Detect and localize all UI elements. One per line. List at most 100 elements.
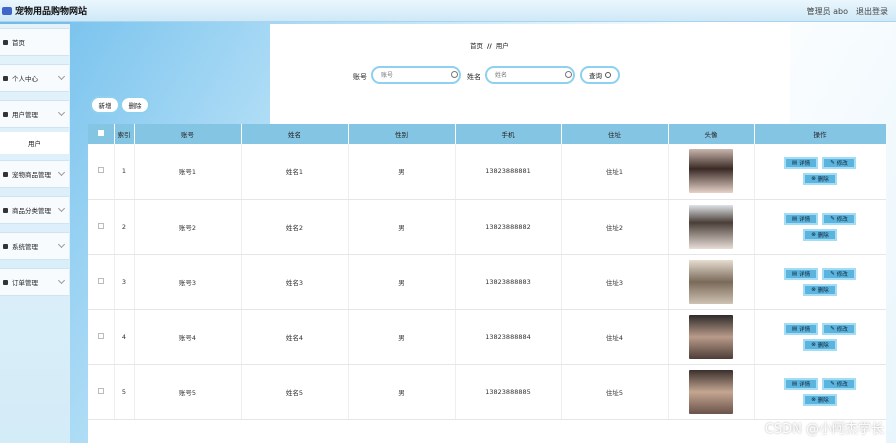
cell-phone: 13823888885 [455,364,562,420]
cell-gender: 男 [348,309,456,365]
sidebar-item-profile[interactable]: 个人中心 [0,64,69,92]
trash-icon: ⊗ [811,286,816,293]
trash-icon: ⊗ [811,396,816,403]
row-delete-button-label: 删除 [817,177,829,184]
row-delete-button[interactable]: ⊗ 删除 [803,173,837,186]
row-checkbox[interactable] [97,277,104,284]
edit-icon: ✎ [830,325,835,332]
chart-icon [3,111,8,117]
search-icon [605,72,611,78]
query-button[interactable]: 查询 [580,66,620,84]
sidebar-subitem-users[interactable]: 用户 [0,132,69,154]
row-delete-button-label: 删除 [817,397,829,404]
cell-address: 住址5 [561,364,669,420]
row-checkbox-cell[interactable] [88,254,115,310]
name-label: 姓名 [467,73,481,81]
edit-icon: ✎ [830,270,835,277]
row-delete-button-label: 删除 [817,342,829,349]
detail-button[interactable]: ▤ 详情 [784,267,818,280]
trash-icon: ⊗ [811,176,816,183]
cell-gender: 男 [348,254,456,310]
table-row: 3 账号3 姓名3 男 13823888883 住址3 ▤ 详情 ✎ 修改 ⊗ 删除 [88,254,886,310]
logout-link[interactable]: 退出登录 [856,6,888,17]
select-all-checkbox-cell[interactable] [88,124,115,144]
edit-button[interactable]: ✎ 修改 [822,267,856,280]
cell-avatar [668,309,755,365]
column-header-account: 账号 [134,124,242,144]
edit-button[interactable]: ✎ 修改 [822,322,856,335]
sidebar-item-user-management[interactable]: 用户管理 [0,100,69,128]
cell-name: 姓名5 [241,364,349,420]
cell-address: 住址3 [561,254,669,310]
cell-index: 5 [114,364,135,420]
account-search-input[interactable] [371,66,461,84]
detail-icon: ▤ [791,160,798,167]
avatar [689,204,733,249]
row-checkbox[interactable] [97,167,104,174]
detail-button[interactable]: ▤ 详情 [784,157,818,170]
query-button-label: 查询 [589,72,602,80]
delete-button[interactable]: 删除 [120,96,150,114]
sidebar-item-orders[interactable]: 订单管理 [0,268,69,296]
column-header-name: 姓名 [241,124,349,144]
select-all-checkbox[interactable] [97,130,104,136]
row-delete-button[interactable]: ⊗ 删除 [803,283,837,296]
cell-address: 住址4 [561,309,669,365]
account-label: 账号 [353,73,367,81]
detail-button-label: 详情 [799,216,811,223]
detail-button[interactable]: ▤ 详情 [784,377,818,390]
table-row: 1 账号1 姓名1 男 13823888881 住址1 ▤ 详情 ✎ 修改 ⊗ 删除 [88,144,886,200]
breadcrumb: 首页 //用户 [470,40,509,50]
sidebar-item-label: 订单管理 [12,279,38,287]
breadcrumb-home[interactable]: 首页 [470,42,483,50]
edit-icon: ✎ [830,380,835,387]
cell-operation: ▤ 详情 ✎ 修改 ⊗ 删除 [754,254,886,310]
row-delete-button[interactable]: ⊗ 删除 [803,338,837,351]
sidebar-item-system[interactable]: 系统管理 [0,232,69,260]
cell-operation: ▤ 详情 ✎ 修改 ⊗ 删除 [754,309,886,365]
detail-button-label: 详情 [799,381,811,388]
cell-address: 住址2 [561,199,669,255]
detail-icon: ▤ [791,325,798,332]
detail-button[interactable]: ▤ 详情 [784,322,818,335]
row-checkbox-cell[interactable] [88,364,115,420]
site-title: 宠物用品购物网站 [15,7,88,17]
row-checkbox[interactable] [97,222,104,229]
row-checkbox-cell[interactable] [88,309,115,365]
row-checkbox-cell[interactable] [88,144,115,200]
row-checkbox[interactable] [97,332,104,339]
sidebar-item-category[interactable]: 商品分类管理 [0,196,69,224]
row-delete-button[interactable]: ⊗ 删除 [803,228,837,241]
cell-operation: ▤ 详情 ✎ 修改 ⊗ 删除 [754,199,886,255]
sidebar-item-pet-goods[interactable]: 宠物商品管理 [0,160,69,188]
column-header-gender: 性别 [348,124,456,144]
detail-button[interactable]: ▤ 详情 [784,212,818,225]
cell-gender: 男 [348,144,456,200]
row-delete-button[interactable]: ⊗ 删除 [803,393,837,406]
cell-avatar [668,364,755,420]
edit-button-label: 修改 [836,326,848,333]
cell-account: 账号3 [134,254,242,310]
edit-button[interactable]: ✎ 修改 [822,212,856,225]
edit-button[interactable]: ✎ 修改 [822,157,856,170]
name-search-input[interactable] [485,66,575,84]
detail-icon: ▤ [791,215,798,222]
sidebar-item-label: 个人中心 [12,75,38,83]
row-checkbox-cell[interactable] [88,199,115,255]
cell-phone: 13823888881 [455,144,562,200]
sidebar-item-label: 用户管理 [12,111,38,119]
sidebar-item-home[interactable]: 首页 [0,28,69,56]
cell-name: 姓名2 [241,199,349,255]
table-header-row: 索引 账号 姓名 性别 手机 住址 头像 操作 [88,124,886,144]
person-icon [3,75,8,81]
detail-button-label: 详情 [799,326,811,333]
chevron-down-icon [57,72,66,81]
cell-phone: 13823888883 [455,254,562,310]
cell-operation: ▤ 详情 ✎ 修改 ⊗ 删除 [754,144,886,200]
avatar [689,369,733,414]
edit-button[interactable]: ✎ 修改 [822,377,856,390]
edit-button-label: 修改 [836,216,848,223]
add-button[interactable]: 新增 [90,96,120,114]
cell-account: 账号4 [134,309,242,365]
row-checkbox[interactable] [97,387,104,394]
